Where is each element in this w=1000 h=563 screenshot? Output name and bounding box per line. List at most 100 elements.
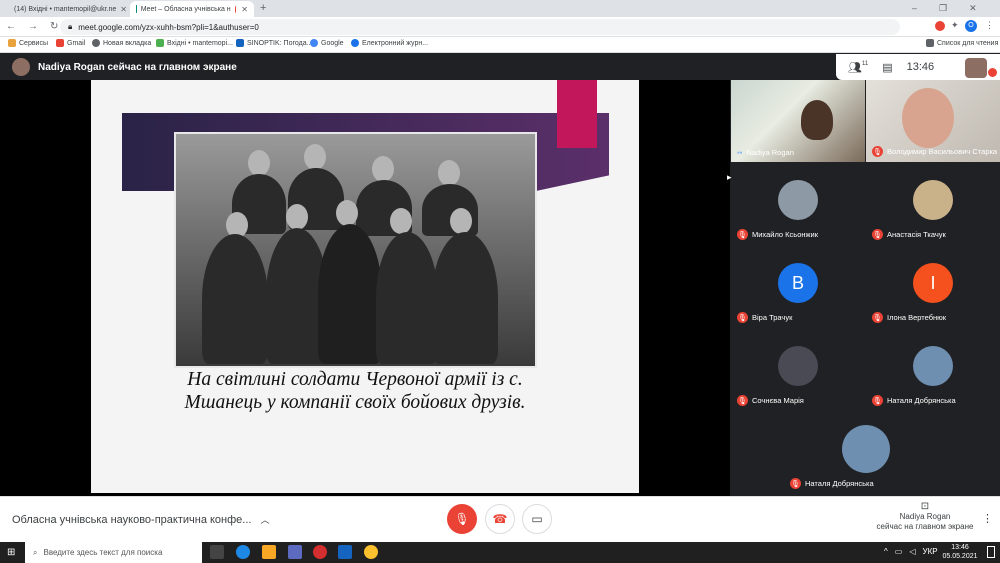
more-options-icon[interactable]: ⋮ [982,512,993,525]
close-tab-icon[interactable]: ✕ [241,5,248,14]
self-label: Вы [955,66,965,73]
bookmark-inbox[interactable]: Вхідні • mantemopi... [156,39,233,47]
presenter-name: Nadiya Rogan [899,512,951,521]
participant-tile[interactable]: В 🎙︎ Віра Трачук [731,246,865,328]
taskbar-time: 13:46 [951,544,969,551]
chrome-icon[interactable] [364,545,378,559]
mic-toggle-button[interactable]: 🎙︎ [447,504,477,534]
language-indicator[interactable]: УКР [922,547,937,556]
tab-title: (14) Вхідні • mantemopil@ukr.ne [14,5,117,13]
mic-off-icon: 🎙︎ [872,229,883,240]
people-icon: 👥︎ [848,61,862,74]
apps-grid-icon [8,39,16,47]
reading-list-icon [926,39,934,47]
system-tray: ^ ▭ ◁ УКР [884,547,938,556]
participant-name: Наталя Добрянська [805,479,874,488]
taskbar-clock[interactable]: 13:46 05.05.2021 [940,543,980,561]
notifications-icon[interactable] [987,546,995,558]
tab-gmail[interactable]: (14) Вхідні • mantemopil@ukr.ne ✕ [4,1,126,17]
slide-caption: На світлині солдати Червоної армії із с.… [184,369,526,413]
close-window-icon[interactable]: ✕ [969,3,977,14]
lock-icon: 🔒︎ [68,22,73,31]
tray-chevron-icon[interactable]: ^ [884,547,888,556]
bookmark-google[interactable]: Google [310,39,344,47]
taskbar-date: 05.05.2021 [942,553,978,560]
participant-name: Ілона Вертебнюк [887,313,947,322]
participant-tile[interactable]: 🎙︎ Михайло Ксьонжик [731,163,865,245]
bookmark-gmail[interactable]: Gmail [56,39,85,47]
taskbar-search-placeholder: Введите здесь текст для поиска [43,548,163,557]
maximize-icon[interactable]: ❐ [939,3,947,14]
participants-count: 11 [861,60,869,67]
minimize-icon[interactable]: – [912,3,917,14]
edge-icon[interactable] [236,545,250,559]
participant-tile[interactable]: 🎙︎ Наталя Добрянська [784,412,948,494]
close-tab-icon[interactable]: ✕ [120,5,126,14]
menu-kebab-icon[interactable]: ⋮ [985,20,994,31]
participant-video [801,100,833,140]
mic-off-icon: 🎙︎ [737,395,748,406]
participant-name: Наталя Добрянська [887,396,956,405]
bookmark-new-tab[interactable]: Новая вкладка [92,39,151,47]
profile-avatar[interactable]: O [965,20,977,32]
hang-up-icon: ☎︎ [492,512,508,526]
gmail-icon [56,39,64,47]
journal-icon [351,39,359,47]
task-view-icon[interactable] [210,545,224,559]
participant-video [902,88,954,148]
chat-icon[interactable]: ▤ [882,61,892,74]
participant-avatar: В [778,263,818,303]
participant-tile[interactable]: 🎙︎ Анастасія Ткачук [866,163,1000,245]
network-icon[interactable]: ▭ [895,547,903,556]
camera-toggle-button[interactable]: ▭ [522,504,552,534]
meeting-name: Обласна учнівська науково-практична конф… [12,514,252,526]
forward-icon[interactable]: → [28,21,38,32]
reading-list[interactable]: Список для чтения [926,39,998,47]
leave-call-button[interactable]: ☎︎ [485,504,515,534]
reload-icon[interactable]: ↻ [50,21,58,32]
tab-meet[interactable]: Meet – Обласна учнівська н ✕ [130,1,254,17]
participants-button[interactable]: 👥︎ 11 [848,61,868,74]
windows-start-icon[interactable]: ⊞ [7,547,15,558]
participant-tile[interactable]: 🎙︎ Володимир Васильович Старка [866,80,1000,162]
mic-off-icon: 🎙︎ [737,312,748,323]
new-tab-button[interactable]: + [260,2,266,14]
bookmarks-bar: Сервисы Gmail Новая вкладка Вхідні • man… [0,37,1000,53]
participant-name: Сочнєва Марія [752,396,804,405]
mic-off-icon: 🎙︎ [454,512,470,526]
participant-tile[interactable]: 🎙︎ Наталя Добрянська [866,329,1000,411]
mic-off-icon: 🎙︎ [872,395,883,406]
self-view-thumbnail[interactable] [965,58,987,78]
extension-icon[interactable] [935,21,945,31]
volume-icon[interactable]: ◁ [909,547,915,556]
meeting-details[interactable]: Обласна учнівська науково-практична конф… [12,513,270,526]
participant-name: Михайло Ксьонжик [752,230,819,239]
url-bar[interactable]: 🔒︎ meet.google.com/yzx-xuhh-bsm?pli=1&au… [60,19,900,35]
back-icon[interactable]: ← [6,21,16,32]
participant-tile[interactable]: І 🎙︎ Ілона Вертебнюк [866,246,1000,328]
bookmark-journal[interactable]: Електронний журн... [351,39,428,47]
chevron-up-icon: ︿ [260,515,270,525]
participant-name: Nadiya Rogan [746,148,794,157]
self-mic-muted-icon [988,68,997,77]
puzzle-icon[interactable]: ✦ [951,20,959,31]
mic-off-icon: 🎙︎ [790,478,801,489]
participant-avatar [842,425,890,473]
participant-tile[interactable]: 🎙︎ Сочнєва Марія [731,329,865,411]
bookmark-services[interactable]: Сервисы [8,39,48,47]
mail-icon [156,39,164,47]
participant-name: Віра Трачук [752,313,793,322]
globe-icon [92,39,100,47]
participant-tile[interactable]: ▪▪ Nadiya Rogan [731,80,865,162]
opera-icon[interactable] [313,545,327,559]
bookmark-sinoptik[interactable]: SINOPTIK: Погода... [236,39,312,47]
taskbar-search[interactable]: ⌕ Введите здесь текст для поиска [25,542,202,563]
historical-photo [174,132,537,368]
tab-title: Meet – Обласна учнівська н [140,5,231,13]
presenter-indicator[interactable]: ⊡ Nadiya Rogan сейчас на главном экране [870,502,980,532]
participant-avatar: І [913,263,953,303]
store-icon[interactable] [288,545,302,559]
slide-accent-bar [557,80,597,148]
word-icon[interactable] [338,545,352,559]
file-explorer-icon[interactable] [262,545,276,559]
